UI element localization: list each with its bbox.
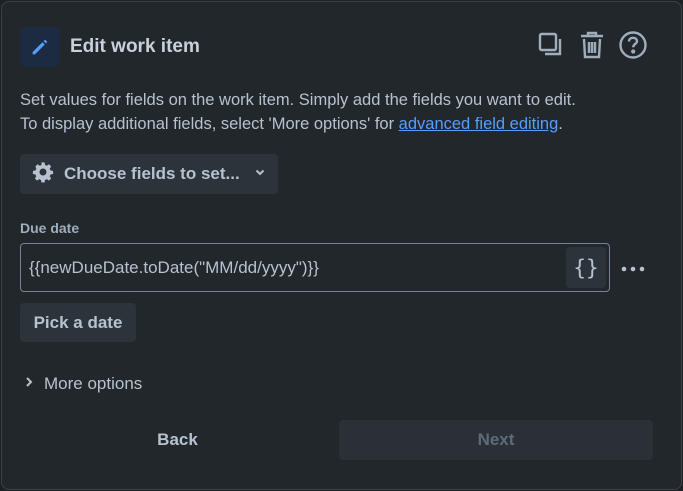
braces-icon: {} (573, 255, 599, 280)
description: Set values for fields on the work item. … (20, 88, 660, 136)
gear-icon (32, 161, 54, 188)
description-line-2-text: To display additional fields, select 'Mo… (20, 115, 399, 133)
due-date-label: Due date (20, 220, 80, 236)
page-title: Edit work item (70, 36, 200, 57)
back-button[interactable]: Back (20, 420, 335, 460)
more-icon (621, 259, 645, 277)
due-date-input[interactable] (29, 244, 559, 291)
description-line-1: Set values for fields on the work item. … (20, 91, 576, 109)
advanced-field-editing-link[interactable]: advanced field editing (399, 115, 559, 133)
description-line-2-suffix: . (558, 115, 563, 133)
trash-icon (579, 31, 605, 64)
pencil-icon (20, 27, 60, 67)
delete-button[interactable] (576, 31, 608, 63)
choose-fields-label: Choose fields to set... (64, 164, 240, 183)
next-button[interactable]: Next (339, 420, 653, 460)
help-button[interactable] (617, 30, 649, 65)
duplicate-button[interactable] (535, 31, 567, 63)
chevron-right-icon (24, 375, 34, 393)
choose-fields-button[interactable]: Choose fields to set... (20, 154, 278, 194)
due-date-field: {} (20, 243, 610, 292)
more-actions-button[interactable] (617, 254, 649, 282)
more-options-label: More options (44, 374, 143, 393)
duplicate-icon (537, 31, 565, 64)
help-icon (618, 30, 648, 65)
pick-a-date-button[interactable]: Pick a date (20, 303, 136, 342)
description-line-2: To display additional fields, select 'Mo… (20, 112, 660, 136)
smart-value-button[interactable]: {} (566, 247, 606, 288)
chevron-down-icon (254, 165, 266, 183)
panel-header: Edit work item (20, 27, 663, 67)
more-options-toggle[interactable]: More options (24, 372, 142, 396)
edit-work-item-panel: Edit work item Set values for fields on … (1, 1, 682, 490)
